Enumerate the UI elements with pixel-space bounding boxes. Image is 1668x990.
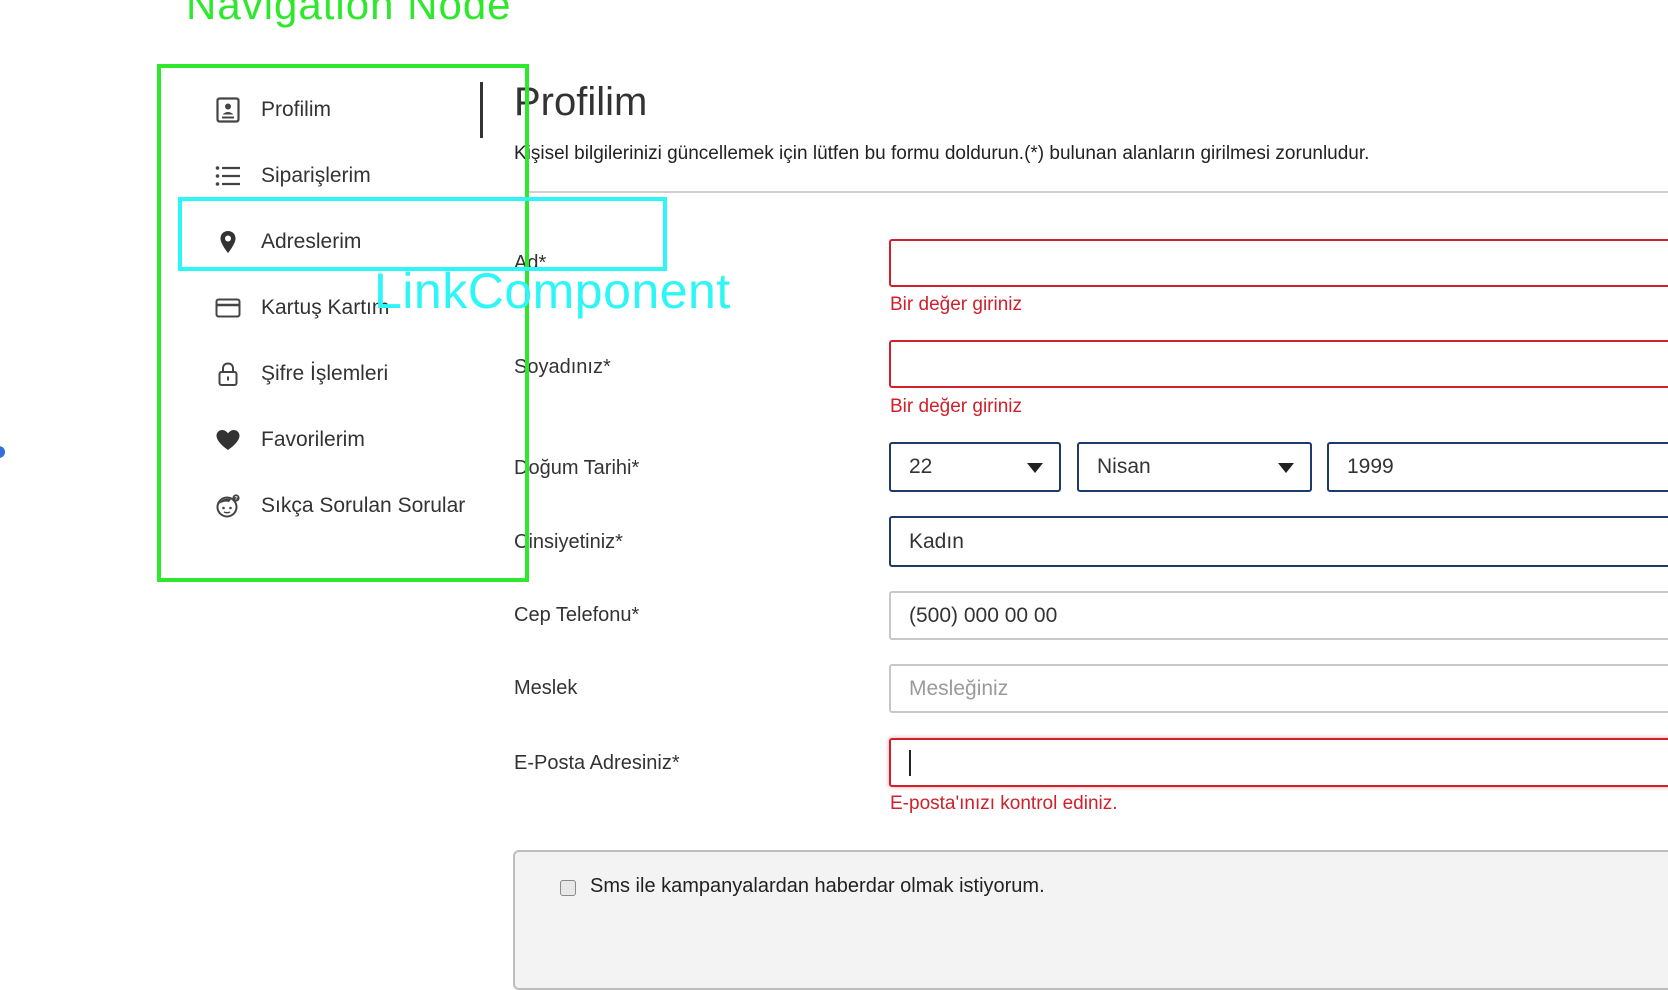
birth-year-value: 1999 [1347, 455, 1394, 478]
job-label: Meslek [514, 677, 578, 699]
navigation-node-annotation-label: Navigation Node [186, 0, 512, 28]
link-component-annotation-label: LinkComponent [374, 263, 731, 319]
chevron-down-icon [1027, 463, 1043, 473]
last-name-error: Bir değer giriniz [890, 396, 1022, 417]
email-label: E-Posta Adresiniz* [514, 752, 680, 774]
birth-day-select[interactable]: 22 [889, 442, 1061, 492]
birth-year-select[interactable]: 1999 [1327, 442, 1668, 492]
last-name-input[interactable] [889, 340, 1668, 388]
link-component-annotation-box [178, 197, 667, 271]
job-input[interactable]: Mesleğiniz [889, 664, 1668, 713]
first-name-input[interactable] [889, 239, 1668, 287]
sms-optin-checkbox[interactable] [560, 880, 576, 896]
page-description: Kişisel bilgilerinizi güncellemek için l… [514, 143, 1370, 164]
phone-input[interactable]: (500) 000 00 00 [889, 591, 1668, 640]
navigation-node-annotation-box [157, 64, 529, 582]
phone-label: Cep Telefonu* [514, 604, 640, 626]
blue-indicator-dot [0, 446, 5, 458]
birth-month-select[interactable]: Nisan [1077, 442, 1312, 492]
sms-optin-panel [513, 850, 1668, 990]
page-title: Profilim [514, 80, 648, 124]
chevron-down-icon [1278, 463, 1294, 473]
birth-month-value: Nisan [1097, 455, 1151, 478]
sms-optin-label[interactable]: Sms ile kampanyalardan haberdar olmak is… [590, 875, 1045, 898]
email-error: E-posta'ınızı kontrol ediniz. [890, 793, 1118, 814]
divider [526, 191, 1668, 193]
gender-label: Cinsiyetiniz* [514, 531, 623, 553]
birth-day-value: 22 [909, 455, 933, 478]
email-input[interactable] [889, 738, 1668, 787]
gender-select[interactable]: Kadın [889, 516, 1668, 567]
text-cursor [909, 749, 911, 776]
first-name-error: Bir değer giriniz [890, 294, 1022, 315]
birth-date-label: Doğum Tarihi* [514, 457, 640, 479]
